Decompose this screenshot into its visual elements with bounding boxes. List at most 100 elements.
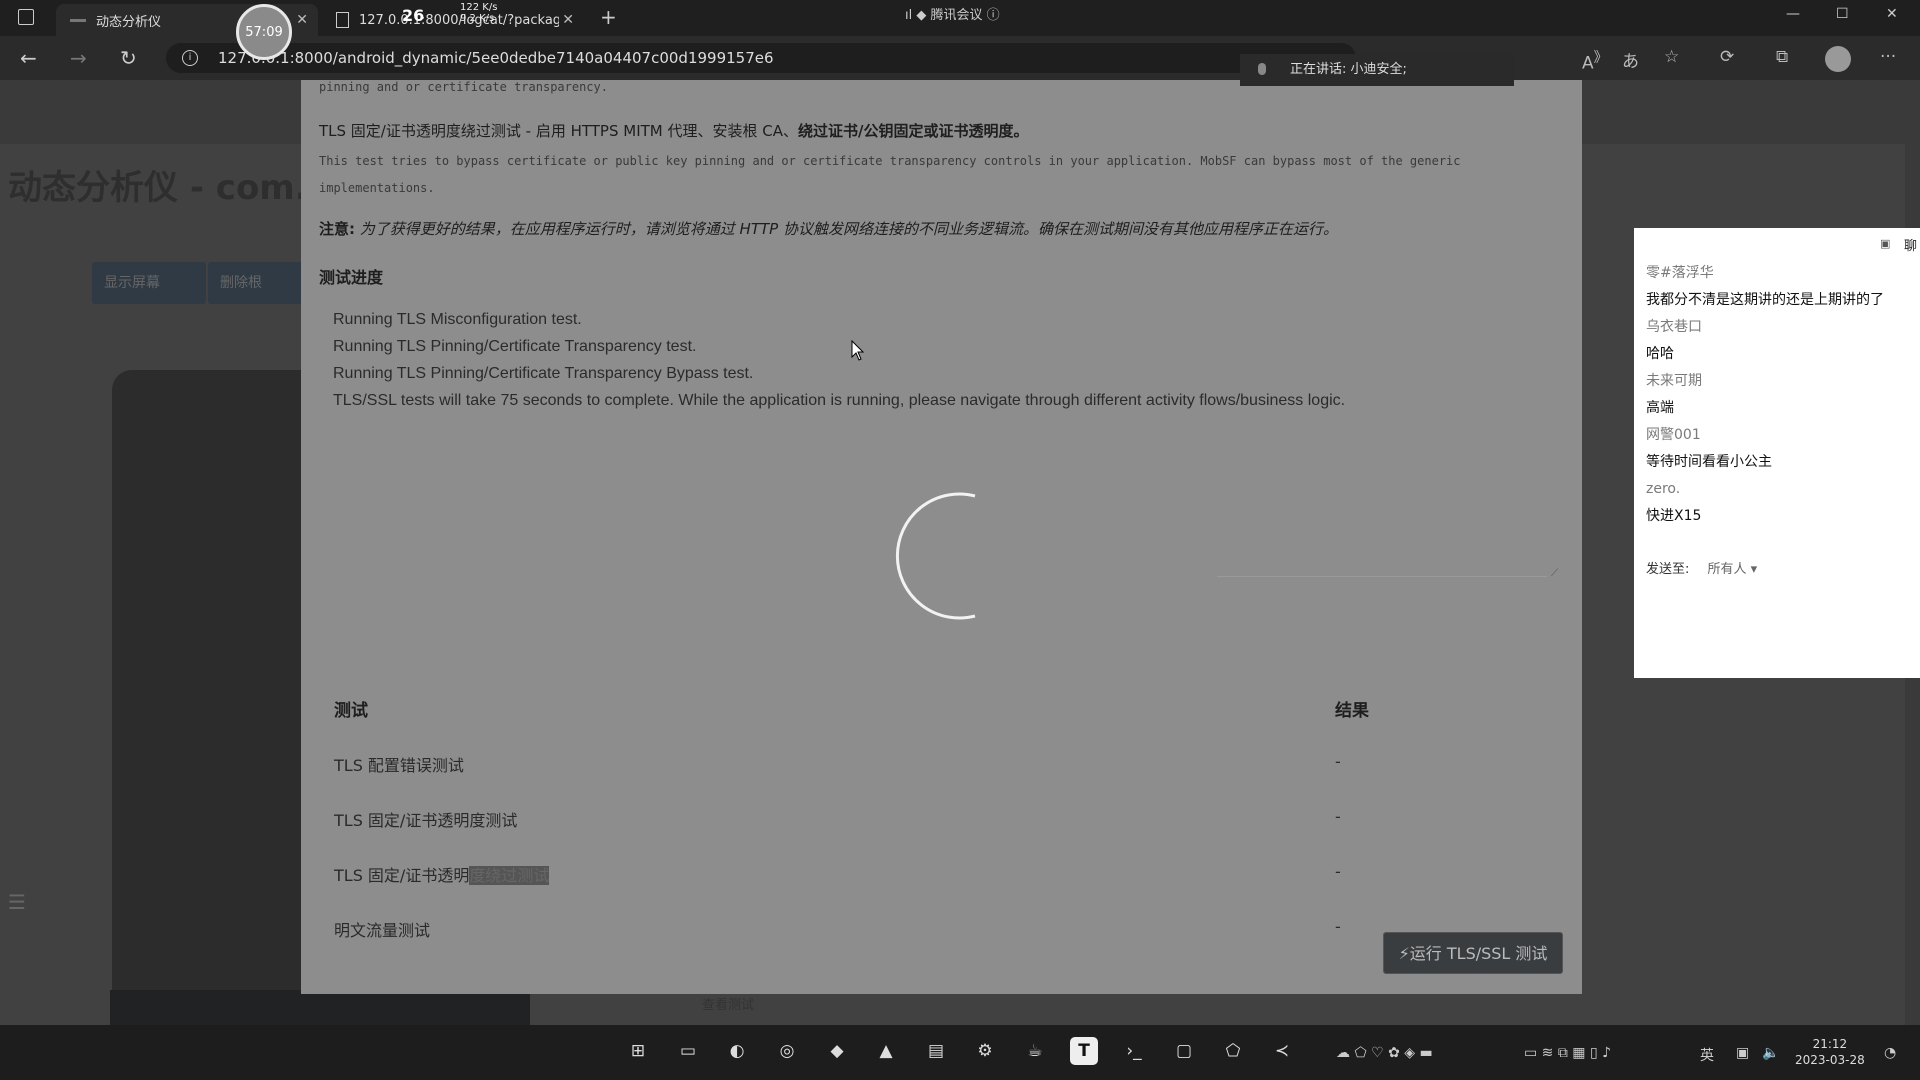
tls-test-modal: pinning and or certificate transparency.… bbox=[301, 80, 1582, 994]
tab-favicon-icon bbox=[70, 18, 86, 22]
view-tests-label: 查看测试 bbox=[702, 998, 755, 1013]
tab-logcat[interactable]: 127.0.0.1:8000/logcat/?package ✕ bbox=[322, 4, 584, 36]
loading-spinner-icon bbox=[895, 492, 976, 620]
log-line: Running TLS Misconfiguration test. bbox=[333, 311, 582, 328]
test-name: 明文流量测试 bbox=[334, 921, 431, 940]
show-screen-button[interactable]: 显示屏幕 bbox=[92, 262, 206, 304]
speaking-indicator: 正在讲话: 小迪安全; bbox=[1240, 54, 1514, 86]
send-to-row: 发送至: 所有人 ▾ bbox=[1646, 562, 1758, 577]
bolt-icon: ⚡ bbox=[1398, 944, 1410, 963]
profile-avatar[interactable] bbox=[1825, 46, 1851, 72]
read-aloud-icon[interactable]: A》 bbox=[1582, 47, 1608, 74]
volume-icon[interactable]: 🔈 bbox=[1762, 1045, 1779, 1061]
chat-sender: 乌衣巷口 bbox=[1646, 319, 1702, 335]
app-icon[interactable]: ◆ bbox=[823, 1037, 851, 1065]
tab-label: 动态分析仪 bbox=[96, 14, 162, 30]
site-info-icon[interactable]: i bbox=[182, 50, 198, 66]
modal-description-title: TLS 固定/证书透明度绕过测试 - 启用 HTTPS MITM 代理、安装根 … bbox=[319, 122, 1029, 140]
close-window-button[interactable]: ✕ bbox=[1886, 6, 1898, 22]
table-row-result: - bbox=[1335, 862, 1341, 881]
photos-icon[interactable]: ▲ bbox=[872, 1037, 900, 1065]
chat-message: 哈哈 bbox=[1646, 346, 1674, 362]
translate-icon[interactable]: あ bbox=[1622, 47, 1639, 72]
meeting-app-icon[interactable]: ⬠ bbox=[1219, 1037, 1247, 1065]
new-tab-button[interactable]: + bbox=[600, 5, 617, 29]
tab-close-icon[interactable]: ✕ bbox=[562, 12, 574, 28]
test-name: TLS 配置错误测试 bbox=[334, 756, 464, 775]
tray-system-icons[interactable]: ▭ ≋ ⧉ ▦ ▯ ♪ bbox=[1524, 1045, 1611, 1061]
typora-icon[interactable]: T bbox=[1070, 1037, 1098, 1065]
java-icon[interactable]: ☕ bbox=[1021, 1037, 1049, 1065]
table-row: TLS 固定/证书透明度测试 bbox=[334, 807, 517, 831]
net-speed: 122 K/s 9.2 K/s bbox=[460, 2, 498, 24]
table-row-result: - bbox=[1335, 917, 1341, 936]
reload-icon[interactable]: ↻ bbox=[120, 46, 137, 70]
chat-sender: 网警001 bbox=[1646, 427, 1701, 443]
log-line: Running TLS Pinning/Certificate Transpar… bbox=[333, 365, 754, 382]
more-menu-icon[interactable]: ··· bbox=[1880, 47, 1896, 67]
log-line: TLS/SSL tests will take 75 seconds to co… bbox=[333, 392, 1346, 409]
settings-icon[interactable]: ⚙ bbox=[971, 1037, 999, 1065]
window-app-icon[interactable]: ▢ bbox=[1170, 1037, 1198, 1065]
chat-message: 高端 bbox=[1646, 400, 1674, 416]
table-row: 明文流量测试 bbox=[334, 917, 430, 941]
minimize-button[interactable]: — bbox=[1786, 6, 1800, 22]
chat-sender: zero. bbox=[1646, 481, 1681, 497]
url-field[interactable]: i 127.0.0.1:8000/android_dynamic/5ee0ded… bbox=[166, 43, 1356, 73]
column-header-result: 结果 bbox=[1335, 701, 1369, 721]
favorite-icon[interactable]: ☆ bbox=[1664, 47, 1679, 67]
chat-message: 快进X15 bbox=[1646, 508, 1702, 524]
url-text: 127.0.0.1:8000/android_dynamic/5ee0dedbe… bbox=[218, 49, 774, 67]
table-row-result: - bbox=[1335, 807, 1341, 826]
resize-grip-icon[interactable]: ⟋ bbox=[1551, 568, 1558, 579]
info-icon[interactable]: ⓘ bbox=[983, 8, 1000, 23]
collections-icon[interactable]: ⧉ bbox=[1776, 47, 1788, 67]
chat-sender: 未来可期 bbox=[1646, 373, 1702, 389]
network-icon[interactable]: ▣ bbox=[1736, 1045, 1749, 1061]
file-explorer-icon[interactable]: ▭ bbox=[674, 1037, 702, 1065]
tab-close-icon[interactable]: ✕ bbox=[296, 12, 308, 28]
table-row: TLS 固定/证书透明度绕过测试 bbox=[334, 862, 550, 886]
table-row: TLS 配置错误测试 bbox=[334, 752, 464, 776]
test-name-highlight: 度绕过测试 bbox=[469, 866, 550, 885]
edge-icon[interactable]: ◐ bbox=[723, 1037, 751, 1065]
back-icon[interactable]: ← bbox=[20, 46, 37, 70]
signal-icon: ıl ◆ bbox=[905, 8, 931, 23]
list-menu-icon[interactable]: ☰ bbox=[8, 890, 38, 918]
modal-description-en: This test tries to bypass certificate or… bbox=[319, 154, 1461, 195]
vscode-icon[interactable]: ≺ bbox=[1268, 1037, 1296, 1065]
extensions-icon[interactable]: ⟳ bbox=[1720, 47, 1734, 67]
sidebar-toggle-icon[interactable] bbox=[18, 9, 34, 25]
notepad-icon[interactable]: ▤ bbox=[922, 1037, 950, 1065]
recording-timer: 57:09 bbox=[236, 4, 292, 60]
modal-note: 注意: 为了获得更好的结果，在应用程序运行时，请浏览将通过 HTTP 协议触发网… bbox=[319, 220, 1338, 238]
page-icon bbox=[336, 12, 349, 28]
chat-sender: 零#落浮华 bbox=[1646, 265, 1714, 281]
forward-icon[interactable]: → bbox=[70, 46, 87, 70]
chat-header: 聊 bbox=[1904, 239, 1918, 254]
run-tls-ssl-test-button[interactable]: ⚡运行 TLS/SSL 测试 bbox=[1383, 932, 1563, 974]
start-icon[interactable]: ⊞ bbox=[624, 1037, 652, 1065]
maximize-button[interactable]: ☐ bbox=[1836, 6, 1849, 22]
test-name: TLS 固定/证书透明 bbox=[334, 866, 470, 885]
table-row-result: - bbox=[1335, 752, 1341, 771]
chat-messages: 零#落浮华 我都分不清是这期讲的还是上期讲的了 乌衣巷口 哈哈 未来可期 高端 … bbox=[1646, 260, 1920, 530]
input-language[interactable]: 英 bbox=[1700, 1045, 1714, 1065]
chat-icon[interactable]: ▣ bbox=[1880, 237, 1890, 250]
clock[interactable]: 21:12 2023-03-28 bbox=[1795, 1036, 1865, 1068]
description-cut-line: pinning and or certificate transparency. bbox=[319, 80, 608, 94]
log-line: Running TLS Pinning/Certificate Transpar… bbox=[333, 338, 697, 355]
chrome-icon[interactable]: ◎ bbox=[773, 1037, 801, 1065]
terminal-icon[interactable]: ›_ bbox=[1120, 1037, 1148, 1065]
mic-icon bbox=[1258, 63, 1266, 75]
tray-icons[interactable]: ☁ ⬠ ♡ ✿ ◈ ▬ bbox=[1336, 1045, 1433, 1061]
remove-root-button[interactable]: 删除根 bbox=[208, 262, 302, 304]
progress-heading: 测试进度 bbox=[319, 268, 384, 287]
taskbar: ⊞ ▭ ◐ ◎ ◆ ▲ ▤ ⚙ ☕ T ›_ ▢ ⬠ ≺ ☁ ⬠ ♡ ✿ ◈ ▬… bbox=[0, 1025, 1920, 1080]
meeting-chat-panel: ▣ 聊 零#落浮华 我都分不清是这期讲的还是上期讲的了 乌衣巷口 哈哈 未来可期… bbox=[1634, 228, 1920, 678]
column-header-test: 测试 bbox=[334, 701, 368, 721]
notification-icon[interactable]: ◔ bbox=[1884, 1045, 1896, 1061]
send-to-select[interactable]: 所有人 ▾ bbox=[1708, 562, 1758, 577]
test-name: TLS 固定/证书透明度测试 bbox=[334, 811, 518, 830]
net-count: 26 bbox=[402, 6, 425, 25]
